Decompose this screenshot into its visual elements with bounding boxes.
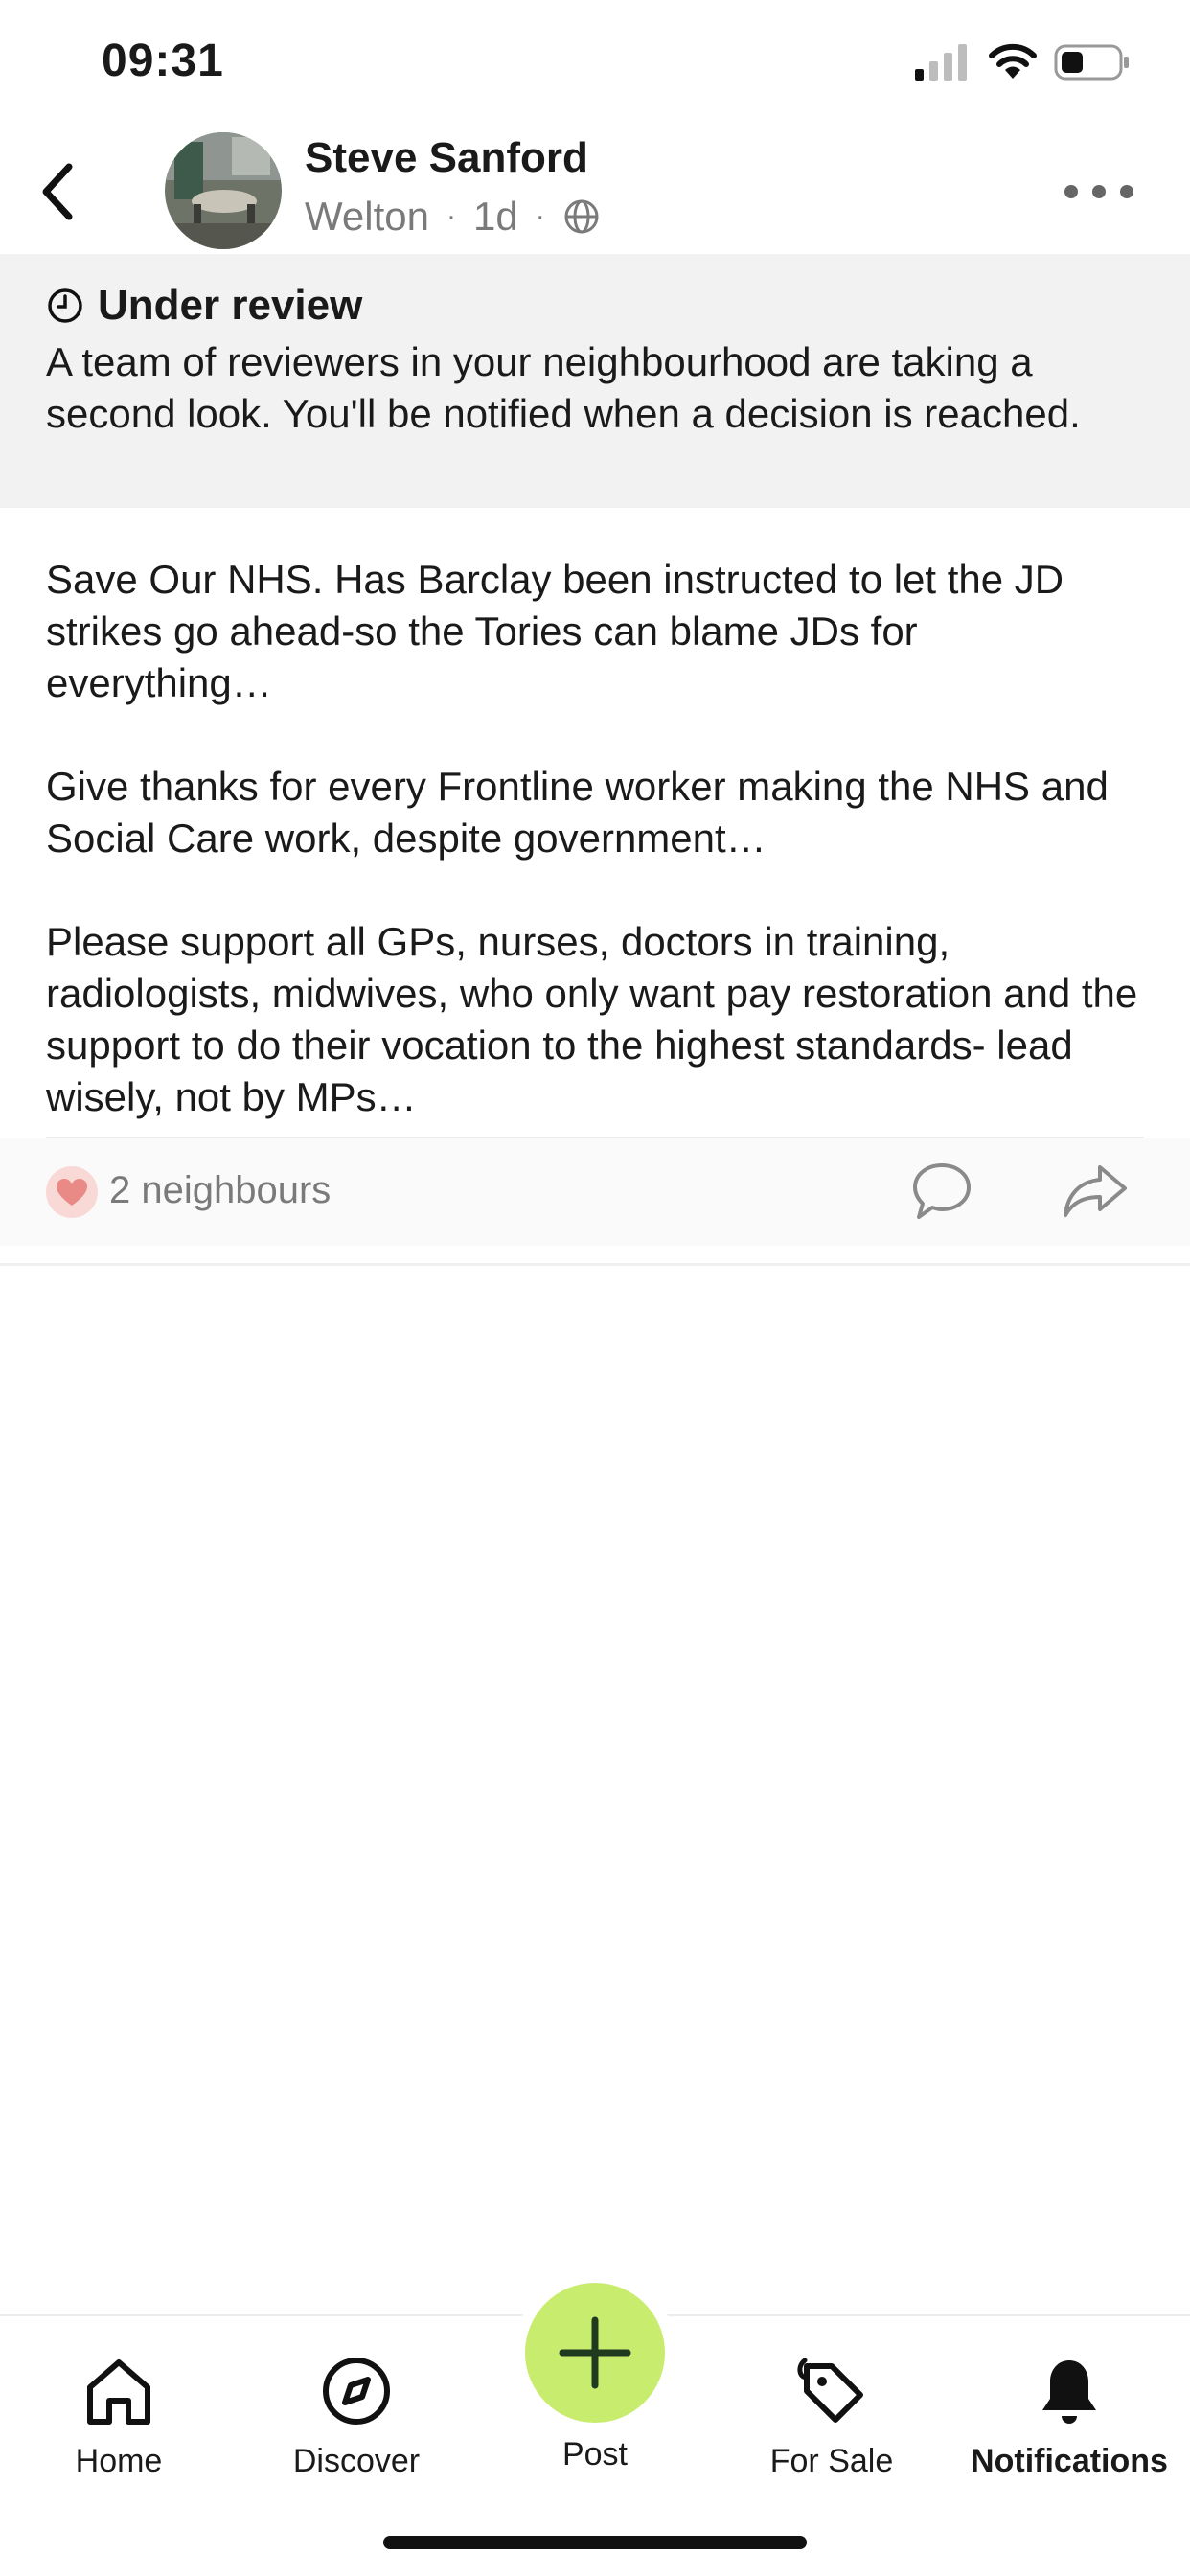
comment-button[interactable] — [910, 1160, 973, 1223]
post-location[interactable]: Welton — [305, 194, 429, 240]
tab-notifications-label: Notifications — [971, 2443, 1168, 2479]
review-text: A team of reviewers in your neighbourhoo… — [46, 339, 1081, 436]
post-header: Steve Sanford Welton · 1d · — [0, 125, 1190, 254]
heart-icon — [57, 1179, 87, 1206]
cellular-signal-icon — [915, 44, 967, 80]
more-options-button[interactable] — [1037, 163, 1161, 220]
avatar-image — [165, 132, 282, 249]
price-tag-icon — [797, 2358, 863, 2423]
clock-icon — [48, 288, 82, 323]
post-paragraph: Save Our NHS. Has Barclay been instructe… — [46, 557, 1064, 705]
status-bar: 09:31 — [0, 0, 1190, 125]
battery-icon — [1054, 44, 1129, 80]
post-meta: Welton · 1d · — [305, 194, 601, 240]
avatar[interactable] — [165, 132, 282, 249]
tab-home-label: Home — [75, 2443, 163, 2479]
plus-icon — [559, 2316, 631, 2389]
post-paragraph: Give thanks for every Frontline worker m… — [46, 764, 1109, 861]
review-title: Under review — [98, 282, 363, 329]
divider — [0, 1263, 1190, 1266]
home-icon — [87, 2359, 150, 2425]
tab-notifications[interactable]: Notifications — [964, 2335, 1175, 2498]
review-banner: Under review A team of reviewers in your… — [0, 254, 1190, 508]
status-time: 09:31 — [102, 35, 224, 86]
tab-home[interactable]: Home — [13, 2335, 224, 2498]
comment-icon — [913, 1163, 971, 1219]
tab-for-sale-label: For Sale — [769, 2443, 894, 2479]
tab-post-label: Post — [561, 2436, 629, 2472]
reactions-bar: 2 neighbours — [0, 1138, 1190, 1246]
review-title-row: Under review — [46, 281, 1144, 331]
reaction-count[interactable]: 2 neighbours — [109, 1169, 331, 1212]
more-horizontal-icon — [1064, 185, 1133, 198]
compass-icon — [323, 2358, 390, 2425]
tab-discover-label: Discover — [292, 2443, 421, 2479]
globe-icon — [564, 199, 599, 234]
share-icon — [1064, 1165, 1127, 1217]
post-age: 1d — [472, 194, 518, 239]
meta-separator: · — [535, 200, 545, 232]
post-body: Save Our NHS. Has Barclay been instructe… — [46, 554, 1148, 1123]
wifi-icon — [989, 43, 1037, 79]
tab-discover[interactable]: Discover — [251, 2335, 462, 2498]
post-paragraph: Please support all GPs, nurses, doctors … — [46, 919, 1138, 1119]
tab-for-sale[interactable]: For Sale — [726, 2335, 937, 2498]
meta-separator: · — [446, 200, 456, 232]
bell-icon — [1042, 2360, 1096, 2424]
chevron-left-icon — [42, 163, 73, 220]
home-indicator[interactable] — [383, 2536, 807, 2549]
back-button[interactable] — [29, 153, 86, 230]
author-name[interactable]: Steve Sanford — [305, 134, 588, 182]
post-button[interactable] — [525, 2283, 665, 2423]
reaction-badge[interactable] — [46, 1166, 98, 1218]
share-button[interactable] — [1062, 1160, 1129, 1223]
